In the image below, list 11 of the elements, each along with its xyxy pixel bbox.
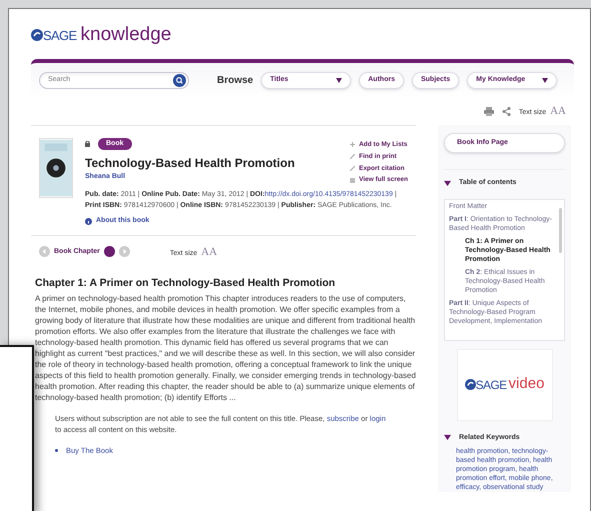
browse-label: Browse xyxy=(217,74,254,88)
text-size-button[interactable]: AA xyxy=(201,244,218,260)
text-size-button[interactable]: AA xyxy=(550,103,566,120)
video-ad[interactable]: SAGEvideo xyxy=(456,348,552,420)
brand-name: SAGE xyxy=(43,26,77,44)
product-name: knowledge xyxy=(80,23,172,47)
book-title: Technology-Based Health Promotion xyxy=(85,155,295,172)
product-name: video xyxy=(508,374,544,394)
chapter-abstract: A primer on technology-based health promotion This chapter introduces readers to the use of computers, the Internet, mobile phones, and mobile devices in health promotion. We offer specific examples from a growing body of literature that illustrate how these modalities are unique and different from traditional health promotion efforts. We also offer examples from the literature that illustrate the challenges we face with technology-based health promotion. This dynamic field has offered us several programs that we can highlight as current "best practices," and we will describe these as well. In this section, we will also consider the role of theory in technology-based health promotion, offering a conceptual framework to link the unique aspects of this field to health promotion generally. Finally, we consider emerging trends in technology-based health promotion. After reading this chapter, the reader should be able to (a) summarize unique elements of technology-based health promotion; (b) identify Efforts ... xyxy=(35,292,416,403)
chapter-title: Chapter 1: A Primer on Technology-Based Health Promotion xyxy=(35,276,336,291)
brand-name: SAGE xyxy=(476,376,507,394)
